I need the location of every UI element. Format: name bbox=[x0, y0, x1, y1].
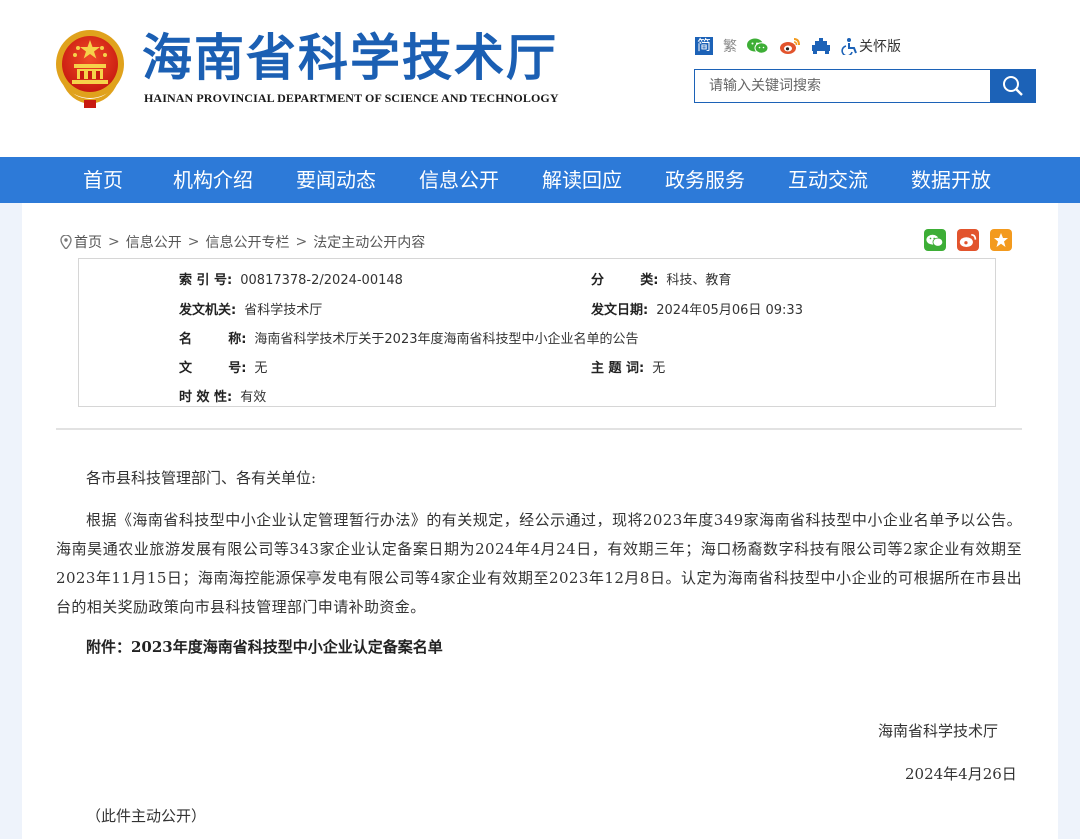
nav-item-interpretation[interactable]: 解读回应 bbox=[542, 157, 622, 203]
meta-index-label: 索 引 号: bbox=[179, 273, 233, 288]
meta-name-value: 海南省科学技术厅关于2023年度海南省科技型中小企业名单的公告 bbox=[254, 332, 639, 347]
article-note: （此件主动公开） bbox=[86, 807, 207, 825]
breadcrumb-home[interactable]: 首页 bbox=[74, 232, 102, 252]
article-salutation: 各市县科技管理部门、各有关单位: bbox=[86, 469, 317, 487]
meta-keywords: 主 题 词: 无 bbox=[591, 357, 665, 376]
meta-date-value: 2024年05月06日 09:33 bbox=[656, 303, 803, 318]
share-weibo-button[interactable] bbox=[957, 229, 979, 251]
content-divider bbox=[56, 428, 1022, 430]
meta-keywords-label: 主 题 词: bbox=[591, 361, 645, 376]
weibo-icon bbox=[959, 233, 977, 247]
nav-item-disclosure[interactable]: 信息公开 bbox=[419, 157, 499, 203]
meta-category-value: 科技、教育 bbox=[666, 273, 732, 288]
wechat-icon[interactable] bbox=[747, 37, 769, 55]
nav-item-interaction[interactable]: 互动交流 bbox=[788, 157, 868, 203]
site-title: 海南省科学技术厅 bbox=[142, 29, 558, 87]
utility-bar: 简 繁 关怀版 bbox=[695, 34, 901, 58]
meta-date: 发文日期: 2024年05月06日 09:33 bbox=[591, 299, 803, 318]
favorite-button[interactable] bbox=[990, 229, 1012, 251]
meta-index: 索 引 号: 00817378-2/2024-00148 bbox=[179, 269, 403, 288]
breadcrumb-statutory-content[interactable]: 法定主动公开内容 bbox=[313, 232, 425, 252]
article-signature: 海南省科学技术厅 bbox=[878, 722, 999, 740]
meta-issuer-label: 发文机关: bbox=[179, 303, 237, 318]
national-emblem-logo bbox=[56, 30, 124, 108]
meta-validity-value: 有效 bbox=[240, 390, 267, 405]
breadcrumb-disclosure-column[interactable]: 信息公开专栏 bbox=[205, 232, 289, 252]
search-button[interactable] bbox=[990, 69, 1036, 103]
article-attachment-link[interactable]: 附件：2023年度海南省科技型中小企业认定备案名单 bbox=[86, 636, 443, 657]
meta-keywords-value: 无 bbox=[652, 361, 666, 376]
search-icon bbox=[1003, 76, 1023, 96]
meta-validity: 时 效 性: 有效 bbox=[179, 386, 266, 405]
meta-index-value: 00817378-2/2024-00148 bbox=[240, 273, 403, 288]
star-icon bbox=[994, 233, 1008, 247]
meta-category: 分 类: 科技、教育 bbox=[591, 269, 731, 288]
meta-date-label: 发文日期: bbox=[591, 303, 649, 318]
search-bar bbox=[694, 69, 1036, 103]
article-paragraph: 根据《海南省科技型中小企业认定管理暂行办法》的有关规定，经公示通过，现将2023… bbox=[56, 511, 1022, 616]
meta-name-label: 名 称: bbox=[179, 332, 247, 347]
main-nav: 首页 机构介绍 要闻动态 信息公开 解读回应 政务服务 互动交流 数据开放 bbox=[0, 157, 1080, 203]
meta-validity-label: 时 效 性: bbox=[179, 390, 233, 405]
meta-docno-value: 无 bbox=[254, 361, 268, 376]
weibo-icon[interactable] bbox=[779, 37, 801, 55]
elderly-mode-toggle[interactable]: 关怀版 bbox=[841, 36, 901, 56]
meta-issuer-value: 省科学技术厅 bbox=[244, 303, 323, 318]
meta-docno: 文 号: 无 bbox=[179, 357, 267, 376]
accessibility-icon bbox=[841, 38, 857, 55]
breadcrumb-separator: > bbox=[108, 234, 120, 250]
share-wechat-button[interactable] bbox=[924, 229, 946, 251]
location-pin-icon bbox=[60, 235, 72, 249]
breadcrumb-separator: > bbox=[295, 234, 308, 250]
share-bar bbox=[924, 229, 1012, 251]
search-input[interactable] bbox=[694, 69, 990, 103]
meta-docno-label: 文 号: bbox=[179, 361, 247, 376]
document-metadata: 索 引 号: 00817378-2/2024-00148 分 类: 科技、教育 发文… bbox=[78, 258, 996, 407]
nav-item-about[interactable]: 机构介绍 bbox=[173, 157, 253, 203]
breadcrumb-disclosure[interactable]: 信息公开 bbox=[126, 232, 182, 252]
site-header: 海南省科学技术厅 HAINAN PROVINCIAL DEPARTMENT OF… bbox=[0, 0, 1080, 157]
meta-issuer: 发文机关: 省科学技术厅 bbox=[179, 299, 322, 318]
site-subtitle: HAINAN PROVINCIAL DEPARTMENT OF SCIENCE … bbox=[144, 91, 559, 105]
gov-app-icon[interactable] bbox=[811, 38, 831, 54]
nav-item-news[interactable]: 要闻动态 bbox=[296, 157, 376, 203]
meta-name: 名 称: 海南省科学技术厅关于2023年度海南省科技型中小企业名单的公告 bbox=[179, 328, 639, 347]
traditional-chinese-toggle[interactable]: 繁 bbox=[723, 36, 737, 56]
nav-item-services[interactable]: 政务服务 bbox=[665, 157, 745, 203]
meta-category-label: 分 类: bbox=[591, 273, 659, 288]
nav-item-home[interactable]: 首页 bbox=[83, 157, 123, 203]
elderly-mode-label: 关怀版 bbox=[859, 39, 901, 55]
simplified-chinese-toggle[interactable]: 简 bbox=[695, 37, 713, 55]
article-date: 2024年4月26日 bbox=[905, 765, 1017, 783]
wechat-icon bbox=[926, 234, 944, 247]
breadcrumb: 首页 > 信息公开 > 信息公开专栏 > 法定主动公开内容 bbox=[60, 232, 425, 252]
breadcrumb-separator: > bbox=[187, 234, 200, 250]
nav-item-open-data[interactable]: 数据开放 bbox=[911, 157, 991, 203]
